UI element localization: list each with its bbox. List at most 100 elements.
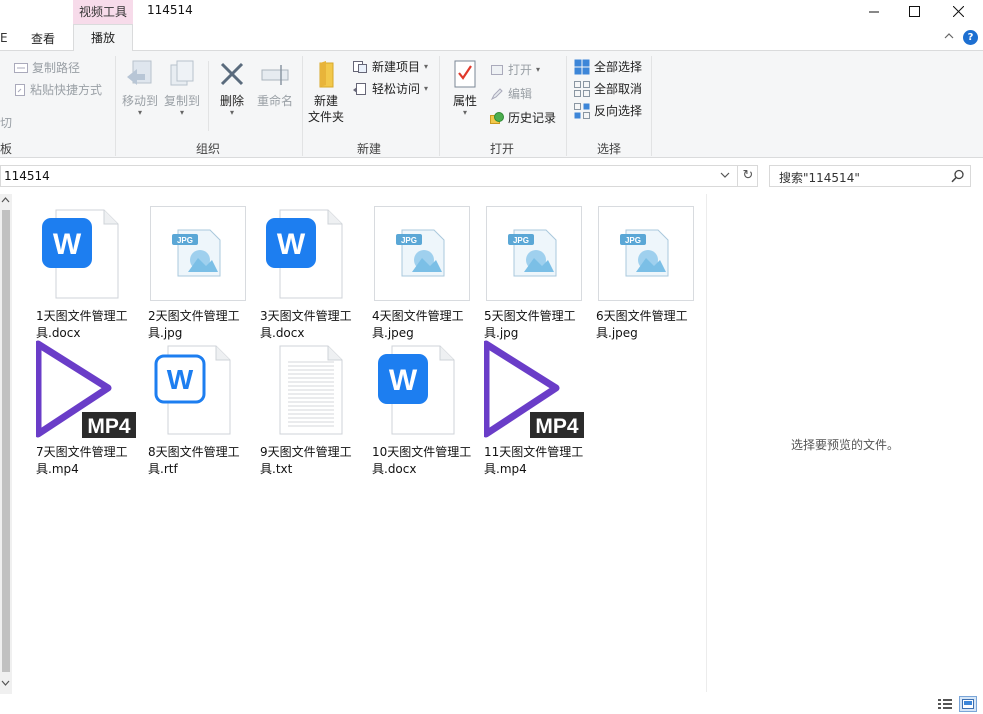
address-bar[interactable]: 114514 ↻ — [0, 165, 758, 187]
mp4-video-icon: MP4 — [482, 340, 584, 438]
folder-icon — [319, 61, 334, 88]
edit-button[interactable]: 编辑 — [490, 85, 532, 102]
tab-play[interactable]: 播放 — [73, 24, 133, 52]
file-name: 11天图文件管理工具.mp4 — [484, 445, 584, 476]
address-path[interactable]: 114514 — [4, 169, 50, 183]
tab-view[interactable]: 查看 — [31, 30, 55, 47]
file-name: 2天图文件管理工具.jpg — [148, 309, 240, 340]
maximize-button[interactable] — [896, 0, 932, 22]
svg-text:W: W — [167, 364, 194, 395]
jpg-image-icon: JPG — [596, 204, 696, 302]
file-name: 6天图文件管理工具.jpeg — [596, 309, 688, 340]
select-none-button[interactable]: 全部取消 — [574, 80, 642, 97]
file-name: 10天图文件管理工具.docx — [372, 445, 472, 476]
easy-access-label: 轻松访问 — [372, 82, 421, 96]
dropdown-arrow-icon: ▾ — [424, 83, 429, 93]
easy-access-icon — [353, 82, 366, 95]
copy-to-label: 复制到 — [163, 94, 200, 108]
separator — [208, 61, 209, 131]
help-icon[interactable]: ? — [963, 30, 978, 45]
select-all-button[interactable]: 全部选择 — [574, 58, 642, 75]
open-label: 打开 — [508, 63, 533, 77]
scrollbar-thumb[interactable] — [2, 210, 10, 672]
delete-label: 删除 — [219, 94, 244, 108]
properties-icon — [454, 60, 476, 88]
word-document-icon: W — [36, 204, 136, 302]
main-area: W 1天图文件管理工具.docx JPG 2天图文件管理工具.jpg W 3天图文件管理工… — [0, 194, 983, 694]
file-name: 1天图文件管理工具.docx — [36, 309, 128, 340]
cut-label: 切 — [0, 116, 13, 130]
jpg-image-icon: JPG — [148, 204, 248, 302]
close-icon — [952, 5, 964, 17]
vertical-scrollbar[interactable] — [0, 194, 12, 694]
copy-path-button[interactable]: 复制路径 — [14, 59, 80, 76]
history-button[interactable]: 历史记录 — [490, 109, 556, 126]
invert-selection-button[interactable]: 反向选择 — [574, 102, 642, 119]
group-separator — [566, 56, 567, 156]
svg-text:JPG: JPG — [625, 236, 641, 245]
copy-to-button[interactable]: 复制到 ▾ — [162, 59, 202, 117]
file-name: 4天图文件管理工具.jpeg — [372, 309, 464, 340]
svg-text:JPG: JPG — [401, 236, 417, 245]
invert-selection-label: 反向选择 — [594, 104, 643, 118]
mp4-video-icon: MP4 — [34, 340, 136, 438]
copy-to-icon — [170, 60, 194, 86]
large-icons-view-button[interactable] — [959, 696, 977, 712]
new-item-button[interactable]: 新建项目 ▾ — [352, 58, 428, 75]
search-box[interactable]: 搜索"114514" — [769, 165, 971, 187]
open-icon — [491, 64, 503, 75]
move-to-icon — [127, 60, 152, 85]
move-to-label: 移动到 — [121, 94, 158, 108]
new-folder-label-2: 文件夹 — [307, 110, 344, 124]
open-button[interactable]: 打开 ▾ — [490, 61, 540, 78]
easy-access-button[interactable]: 轻松访问 ▾ — [352, 80, 428, 97]
copy-path-icon — [14, 62, 28, 73]
dropdown-arrow-icon: ▾ — [424, 61, 429, 71]
dropdown-arrow-icon: ▾ — [462, 108, 467, 117]
refresh-icon[interactable]: ↻ — [737, 166, 758, 186]
text-file-icon — [260, 340, 360, 438]
title-bar: 视频工具 114514 — [0, 0, 983, 24]
file-name: 9天图文件管理工具.txt — [260, 445, 352, 476]
cut-button-fragment[interactable]: 切 — [0, 114, 12, 131]
move-to-button[interactable]: 移动到 ▾ — [120, 59, 160, 117]
rename-button[interactable]: 重命名 — [254, 59, 296, 109]
paste-shortcut-icon — [15, 83, 25, 96]
copy-path-label: 复制路径 — [32, 61, 81, 75]
new-folder-button[interactable]: 新建 文件夹 — [306, 59, 346, 125]
jpg-image-icon: JPG — [484, 204, 584, 302]
address-dropdown-icon[interactable] — [720, 168, 730, 182]
preview-message: 选择要预览的文件。 — [790, 438, 899, 452]
search-input[interactable]: 搜索"114514" — [779, 169, 860, 186]
details-view-button[interactable] — [936, 696, 954, 712]
minimize-button[interactable] — [856, 0, 892, 22]
paste-shortcut-label: 粘贴快捷方式 — [30, 83, 103, 97]
address-row: 114514 ↻ 搜索"114514" — [0, 158, 983, 194]
select-all-icon — [574, 59, 590, 74]
scroll-down-icon[interactable] — [1, 680, 10, 690]
context-tab-video-tools[interactable]: 视频工具 — [73, 0, 133, 24]
details-view-icon — [938, 699, 952, 709]
group-label-new: 新建 — [357, 142, 382, 156]
delete-button[interactable]: 删除 ▾ — [213, 59, 251, 117]
search-icon[interactable] — [951, 169, 965, 186]
word-letter-w: W — [53, 228, 82, 261]
select-all-label: 全部选择 — [594, 60, 643, 74]
collapse-ribbon-icon[interactable] — [944, 32, 954, 43]
ribbon: 复制路径 粘贴快捷方式 切 板 移动到 ▾ 复制到 ▾ 删除 ▾ 重命名 组织 … — [0, 51, 983, 158]
word-letter-w: W — [277, 228, 306, 261]
delete-icon — [220, 62, 244, 86]
dropdown-arrow-icon: ▾ — [137, 108, 142, 117]
file-name: 5天图文件管理工具.jpg — [484, 309, 576, 340]
group-label-open: 打开 — [490, 142, 515, 156]
properties-button[interactable]: 属性 ▾ — [447, 59, 483, 117]
tab-home-fragment[interactable]: E — [0, 31, 8, 45]
history-icon — [490, 111, 504, 124]
select-none-label: 全部取消 — [594, 82, 643, 96]
group-label-organize: 组织 — [196, 142, 221, 156]
close-button[interactable] — [940, 0, 976, 22]
paste-shortcut-button[interactable]: 粘贴快捷方式 — [14, 81, 102, 98]
scroll-up-icon[interactable] — [1, 196, 10, 206]
edit-label: 编辑 — [508, 87, 533, 101]
new-item-label: 新建项目 — [372, 60, 421, 74]
